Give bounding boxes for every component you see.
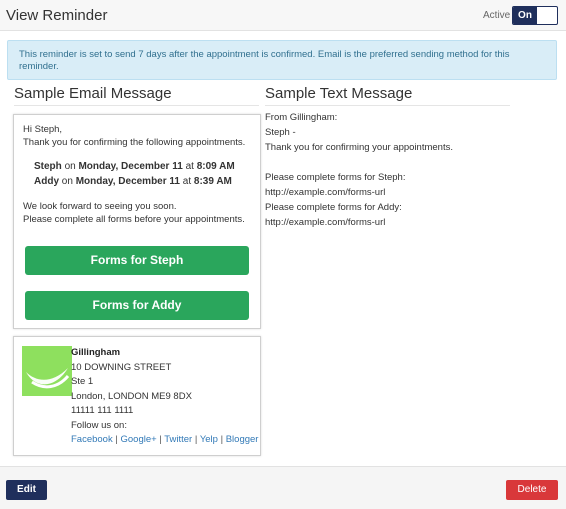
- link-separator: |: [115, 434, 118, 445]
- sms-line: Please complete forms for Addy:: [265, 202, 402, 213]
- email-preview: Hi Steph, Thank you for confirming the f…: [13, 114, 261, 329]
- sms-line: Thank you for confirming your appointmen…: [265, 142, 453, 153]
- business-suite: Ste 1: [71, 376, 94, 387]
- yelp-link[interactable]: Yelp: [200, 434, 218, 445]
- email-intro: Thank you for confirming the following a…: [23, 137, 246, 148]
- sms-line: Steph -: [265, 127, 296, 138]
- link-separator: |: [159, 434, 162, 445]
- sms-line: From Gillingham:: [265, 112, 338, 123]
- appointment-list: Steph on Monday, December 11 at 8:09 AM …: [23, 159, 251, 189]
- business-street: 10 DOWNING STREET: [71, 361, 172, 373]
- email-closing-2: Please complete all forms before your ap…: [23, 214, 245, 225]
- delete-button[interactable]: Delete: [506, 480, 558, 500]
- business-logo: [22, 346, 72, 396]
- sms-line: http://example.com/forms-url: [265, 187, 386, 198]
- signature-text: Gillingham 10 DOWNING STREET Ste 1 Londo…: [71, 346, 258, 448]
- email-closing-1: We look forward to seeing you soon.: [23, 201, 177, 212]
- page-title: View Reminder: [6, 7, 108, 24]
- appointment-item: Addy on Monday, December 11 at 8:39 AM: [34, 176, 232, 187]
- appointment-item: Steph on Monday, December 11 at 8:09 AM: [34, 161, 235, 172]
- business-city: London, LONDON ME9 8DX: [71, 390, 192, 402]
- social-links: Facebook | Google+ | Twitter | Yelp | Bl…: [71, 433, 258, 448]
- toggle-on-label: On: [513, 7, 537, 24]
- link-separator: |: [194, 434, 198, 445]
- blogger-link[interactable]: Blogger: [226, 434, 259, 445]
- active-toggle[interactable]: On: [512, 6, 558, 25]
- facebook-link[interactable]: Facebook: [71, 434, 113, 445]
- sms-line: http://example.com/forms-url: [265, 217, 386, 228]
- sms-line: Please complete forms for Steph:: [265, 172, 406, 183]
- active-label: Active: [483, 10, 511, 21]
- email-section-title: Sample Email Message: [14, 85, 259, 106]
- sms-preview: From Gillingham: Steph - Thank you for c…: [265, 110, 545, 230]
- page-header: View Reminder Active On: [0, 0, 566, 31]
- business-name: Gillingham: [71, 347, 121, 358]
- sms-spacer: [265, 155, 545, 170]
- follow-label: Follow us on:: [71, 419, 127, 431]
- googleplus-link[interactable]: Google+: [120, 434, 156, 445]
- sms-section-title: Sample Text Message: [265, 85, 510, 106]
- twitter-link[interactable]: Twitter: [164, 434, 192, 445]
- forms-for-steph-button[interactable]: Forms for Steph: [25, 246, 249, 275]
- link-separator: |: [220, 434, 224, 445]
- email-signature: Gillingham 10 DOWNING STREET Ste 1 Londo…: [13, 336, 261, 456]
- page-footer: Edit Delete: [0, 466, 566, 509]
- forms-for-addy-button[interactable]: Forms for Addy: [25, 291, 249, 320]
- email-greeting: Hi Steph,: [23, 124, 63, 135]
- business-phone: 11111 111 1111: [71, 405, 134, 416]
- info-alert: This reminder is set to send 7 days afte…: [7, 40, 557, 80]
- edit-button[interactable]: Edit: [6, 480, 47, 500]
